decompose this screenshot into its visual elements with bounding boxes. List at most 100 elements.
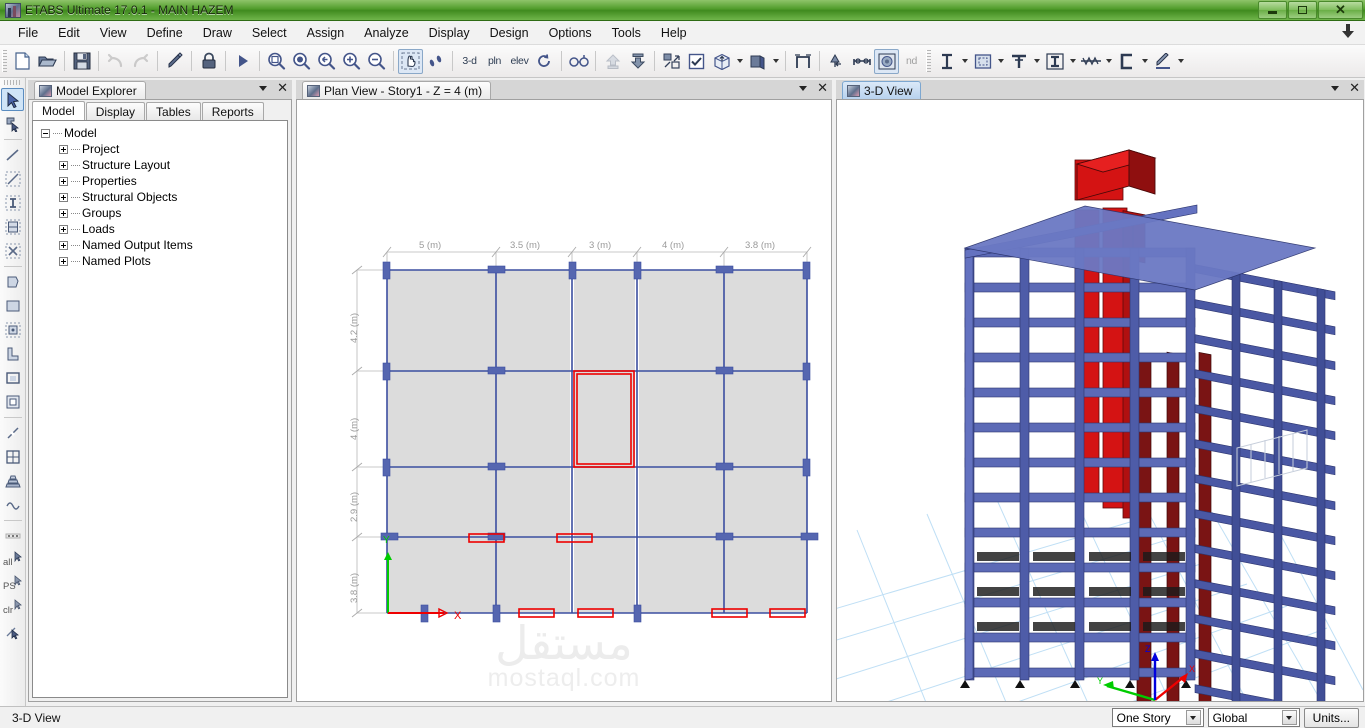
expand-icon[interactable] (59, 176, 68, 186)
chevron-down-icon[interactable] (1281, 710, 1297, 725)
new-model-button[interactable] (10, 49, 35, 74)
dotted-points-tool[interactable] (1, 524, 24, 547)
beam-section-button[interactable] (934, 49, 959, 74)
plan-view-close-icon[interactable]: ✕ (817, 81, 828, 94)
wall-corner-tool[interactable] (1, 342, 24, 365)
shrink-objects-button[interactable] (659, 49, 684, 74)
menu-select[interactable]: Select (242, 23, 297, 43)
footsteps-button[interactable] (423, 49, 448, 74)
rect-area-tool[interactable] (1, 294, 24, 317)
pointer-object-tool[interactable] (1, 112, 24, 135)
shell-assign-button[interactable] (874, 48, 899, 74)
diagonal-slash-tool[interactable] (1, 421, 24, 444)
view-plan-button[interactable]: pln (482, 49, 507, 74)
left-toolbar-grip[interactable] (3, 80, 22, 85)
undo-button[interactable] (103, 49, 128, 74)
units-button[interactable]: Units... (1303, 707, 1359, 728)
polygon-area-tool[interactable] (1, 270, 24, 293)
frame-release-button[interactable] (849, 49, 874, 74)
view-3d-tab[interactable]: 3-D View (842, 81, 922, 99)
area-section-button[interactable] (970, 49, 995, 74)
plan-view-menu-icon[interactable] (799, 82, 808, 94)
collapse-icon[interactable] (41, 128, 50, 138)
i-section-dropdown[interactable] (1067, 49, 1078, 74)
model-explorer-menu-icon[interactable] (259, 82, 268, 94)
hand-pan-button[interactable] (398, 48, 423, 74)
menu-help[interactable]: Help (651, 23, 697, 43)
tree-node-named-plots[interactable]: Named Plots (35, 253, 285, 269)
view-3d-menu-icon[interactable] (1331, 82, 1340, 94)
menu-options[interactable]: Options (539, 23, 602, 43)
redo-button[interactable] (128, 49, 153, 74)
download-icon[interactable] (1341, 24, 1355, 40)
trapezoid-stack-tool[interactable] (1, 469, 24, 492)
dashed-cross-tool[interactable] (1, 239, 24, 262)
zoom-back-button[interactable] (314, 49, 339, 74)
zoom-out-button[interactable] (364, 49, 389, 74)
column-top-dropdown[interactable] (1031, 49, 1042, 74)
tab-model[interactable]: Model (32, 101, 85, 120)
pen-button[interactable] (162, 49, 187, 74)
coordinate-selector[interactable]: Global (1207, 708, 1300, 727)
channel-section-button[interactable] (1114, 49, 1139, 74)
grid-tool[interactable] (1, 445, 24, 468)
area-section-dropdown[interactable] (995, 49, 1006, 74)
column-top-button[interactable] (1006, 49, 1031, 74)
chevron-down-icon[interactable] (1185, 710, 1201, 725)
close-button[interactable]: ✕ (1318, 1, 1363, 19)
drawing-pen-button[interactable] (1150, 49, 1175, 74)
drawing-pen-dropdown[interactable] (1175, 49, 1186, 74)
zoom-full-button[interactable] (289, 49, 314, 74)
clear-selection-tool[interactable]: clr (1, 596, 24, 619)
menu-file[interactable]: File (8, 23, 48, 43)
display-options-button[interactable] (684, 49, 709, 74)
model-explorer-close-icon[interactable]: ✕ (277, 81, 288, 94)
tab-tables[interactable]: Tables (146, 102, 201, 120)
tab-display[interactable]: Display (85, 102, 146, 120)
select-previous-tool[interactable]: PS (1, 572, 24, 595)
menu-view[interactable]: View (90, 23, 137, 43)
move-down-story-button[interactable] (625, 49, 650, 74)
menu-edit[interactable]: Edit (48, 23, 90, 43)
move-up-story-button[interactable] (600, 49, 625, 74)
tab-reports[interactable]: Reports (201, 102, 264, 120)
glasses-button[interactable] (566, 49, 591, 74)
opening-tool[interactable] (1, 366, 24, 389)
toolbar-grip[interactable] (2, 50, 7, 72)
model-explorer-tab[interactable]: Model Explorer (34, 81, 146, 99)
plan-view-canvas[interactable]: Y X 5 (m) 3.5 (m) 3 (m) 4 (m) 3.8 (m) 4.… (297, 100, 831, 701)
model-tree[interactable]: Model Project Structure Layout Propertie… (32, 120, 288, 698)
wave-curve-tool[interactable] (1, 493, 24, 516)
expand-icon[interactable] (59, 224, 68, 234)
plan-view-tab[interactable]: Plan View - Story1 - Z = 4 (m) (302, 81, 492, 99)
i-section-button[interactable] (1042, 49, 1067, 74)
expand-icon[interactable] (59, 144, 68, 154)
beam-section-dropdown[interactable] (959, 49, 970, 74)
refresh-view-button[interactable] (532, 49, 557, 74)
dashed-floor-tool[interactable] (1, 215, 24, 238)
view-elevation-button[interactable]: elev (507, 49, 532, 74)
expand-icon[interactable] (59, 256, 68, 266)
menu-display[interactable]: Display (419, 23, 480, 43)
zoom-window-icon-button[interactable] (264, 49, 289, 74)
open-folder-button[interactable] (35, 49, 60, 74)
draw-toolbar-grip[interactable] (926, 50, 931, 72)
dashed-line-tool[interactable] (1, 167, 24, 190)
view-3d-button[interactable]: 3-d (457, 49, 482, 74)
run-analysis-button[interactable] (230, 49, 255, 74)
point-object-tool[interactable] (1, 318, 24, 341)
select-all-tool[interactable]: all (1, 548, 24, 571)
view-3d-canvas[interactable]: X Y Z (837, 100, 1363, 701)
render-view-button[interactable] (745, 49, 770, 74)
expand-icon[interactable] (59, 192, 68, 202)
story-selector[interactable]: One Story (1111, 708, 1204, 727)
mesh-select-tool[interactable] (1, 620, 24, 643)
tree-node-loads[interactable]: Loads (35, 221, 285, 237)
maximize-button[interactable] (1288, 1, 1317, 19)
dashed-column-tool[interactable] (1, 191, 24, 214)
tree-node-groups[interactable]: Groups (35, 205, 285, 221)
minimize-button[interactable] (1258, 1, 1287, 19)
menu-design[interactable]: Design (480, 23, 539, 43)
joint-restraint-button[interactable] (824, 49, 849, 74)
render-view-dropdown[interactable] (770, 49, 781, 74)
